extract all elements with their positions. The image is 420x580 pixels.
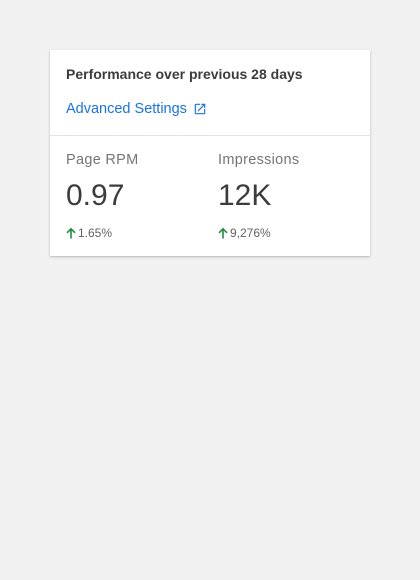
arrow-up-icon bbox=[66, 227, 76, 238]
metric-value: 12K bbox=[218, 179, 272, 212]
external-link-icon bbox=[194, 103, 206, 115]
metric-change-value: 9,276% bbox=[230, 226, 271, 240]
metric-change-value: 1.65% bbox=[78, 226, 113, 240]
metrics-row: Page RPM 0.97 1.65% Impressions 12K 9,27… bbox=[50, 136, 370, 255]
advanced-settings-link[interactable]: Advanced Settings bbox=[66, 101, 207, 117]
card-header: Performance over previous 28 days Advanc… bbox=[50, 50, 370, 136]
metric-change: 9,276% bbox=[218, 226, 271, 240]
performance-card: Performance over previous 28 days Advanc… bbox=[50, 50, 370, 256]
arrow-up-icon bbox=[218, 227, 228, 238]
card-title: Performance over previous 28 days bbox=[66, 66, 303, 82]
metric-value: 0.97 bbox=[66, 179, 125, 212]
metric-label: Page RPM bbox=[66, 152, 139, 168]
metric-label: Impressions bbox=[218, 152, 300, 168]
metric-change: 1.65% bbox=[66, 226, 112, 240]
advanced-settings-label: Advanced Settings bbox=[66, 101, 187, 117]
